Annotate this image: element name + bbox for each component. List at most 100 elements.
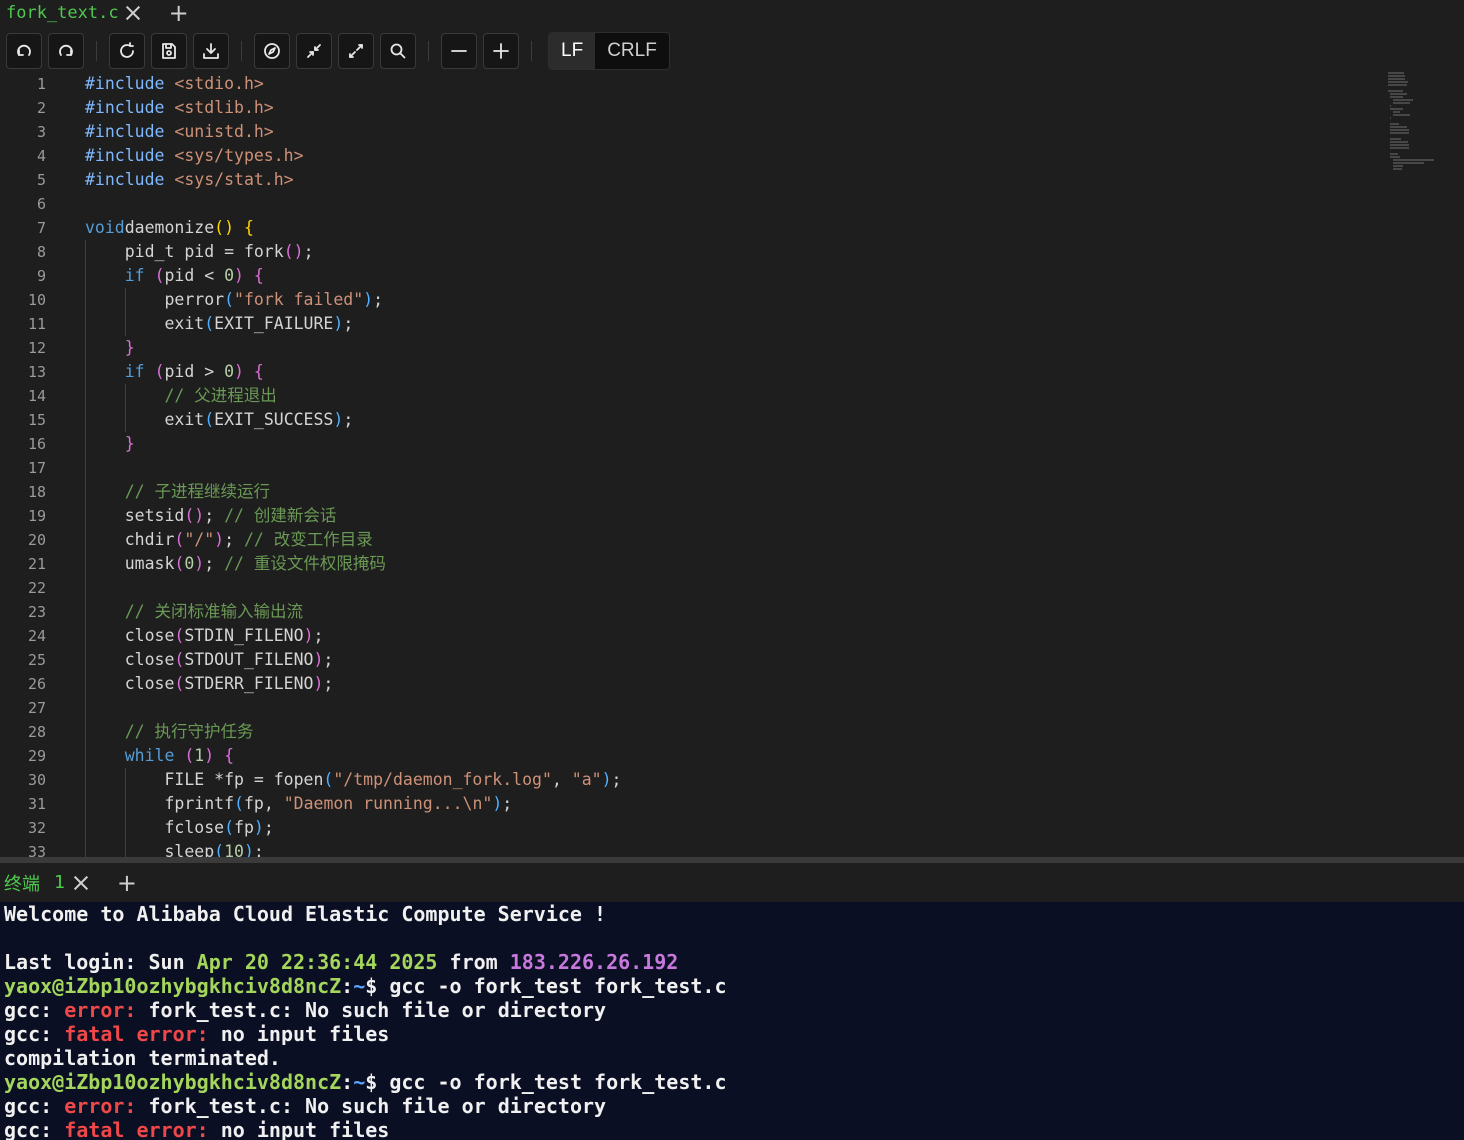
- code-token: ): [253, 818, 264, 837]
- line-number: 32: [27, 819, 46, 837]
- line-number: 18: [27, 483, 46, 501]
- code-token: (: [174, 674, 185, 693]
- zoom-out-button[interactable]: [441, 33, 477, 69]
- terminal-token: gcc:: [4, 1022, 65, 1046]
- undo-icon: [17, 44, 31, 56]
- collapse-button[interactable]: [296, 33, 332, 69]
- line-number: 12: [27, 339, 46, 357]
- terminal-tab-number: 1: [54, 872, 65, 893]
- close-icon[interactable]: [125, 5, 141, 21]
- line-number-gutter: 1 2 3 4 5 6 7 8 9 10 11 12 13 14 15 16 17 18 19 20 21 22 23 24 2…: [0, 72, 60, 857]
- indent-guide: [85, 552, 86, 576]
- code-line: setsid(); // 创建新会话: [85, 504, 1374, 528]
- add-tab-icon[interactable]: +: [169, 1, 189, 25]
- line-number: 2: [36, 99, 46, 117]
- code-token: <stdlib.h>: [174, 98, 274, 117]
- indent-guide: [85, 696, 86, 720]
- code-token: {: [243, 218, 254, 237]
- line-number: 3: [36, 123, 46, 141]
- expand-icon: [349, 44, 363, 58]
- code-token: {: [253, 266, 264, 285]
- code-token: {: [224, 746, 235, 765]
- code-token: #include: [85, 74, 175, 93]
- terminal-line: yaox@iZbp10ozhybgkhciv8d8ncZ:~$ gcc -o f…: [4, 974, 1464, 998]
- line-ending-toggle: LF CRLF: [548, 32, 670, 70]
- code-line: FILE *fp = fopen("/tmp/daemon_fork.log",…: [85, 768, 1374, 792]
- eol-lf-option[interactable]: LF: [549, 33, 596, 69]
- code-token: (: [234, 794, 244, 813]
- indent-guide: [85, 720, 86, 744]
- editor-tab-label[interactable]: fork_text.c: [6, 3, 119, 23]
- code-area[interactable]: #include <stdio.h> #include <stdlib.h> #in…: [85, 72, 1374, 857]
- indent-guide: [85, 600, 86, 624]
- undo-button[interactable]: [6, 33, 42, 69]
- indent-guide: [85, 816, 86, 840]
- indent-guide: [124, 312, 126, 336]
- terminal-line: gcc: fatal error: no input files: [4, 1118, 1464, 1140]
- minimap-row: [1388, 78, 1406, 80]
- code-token: // 重设文件权限掩码: [224, 554, 386, 573]
- indent-guide: [85, 432, 86, 456]
- code-token: ;: [611, 770, 622, 789]
- refresh-button[interactable]: [109, 33, 145, 69]
- terminal-token: no input files: [208, 1022, 390, 1046]
- minimap-row: [1390, 156, 1401, 158]
- terminal-tab[interactable]: 终端 1: [0, 870, 89, 896]
- minimap-row: [1392, 159, 1435, 161]
- zoom-in-button[interactable]: [483, 33, 519, 69]
- code-token: "/tmp/daemon_fork.log": [333, 770, 552, 789]
- line-number: 9: [36, 267, 46, 285]
- code-token: void: [85, 218, 125, 237]
- terminal-tab-label[interactable]: 终端: [4, 870, 40, 896]
- editor-tab-bar: fork_text.c +: [0, 0, 1464, 26]
- download-button[interactable]: [193, 33, 229, 69]
- editor-tab[interactable]: fork_text.c: [0, 0, 145, 26]
- code-token: pid_t pid = fork: [85, 242, 284, 261]
- code-line: }: [85, 336, 1374, 360]
- code-token: close: [85, 626, 175, 645]
- code-line: // 父进程退出: [85, 384, 1374, 408]
- indent-guide: [85, 408, 86, 432]
- line-number: 11: [27, 315, 46, 333]
- code-token: // 创建新会话: [224, 506, 337, 525]
- indent-guide: [85, 384, 86, 408]
- minimap[interactable]: [1388, 72, 1448, 170]
- indent-guide: [124, 768, 126, 792]
- expand-button[interactable]: [338, 33, 374, 69]
- code-token: ;: [204, 554, 225, 573]
- add-terminal-icon[interactable]: +: [117, 869, 137, 897]
- eol-crlf-option[interactable]: CRLF: [595, 33, 669, 69]
- redo-icon: [59, 44, 73, 56]
- code-token: ): [333, 410, 344, 429]
- terminal-token: fork_test.c: No such file or directory: [136, 998, 607, 1022]
- save-button[interactable]: [151, 33, 187, 69]
- close-icon[interactable]: [73, 875, 89, 891]
- code-token: STDOUT_FILENO: [184, 650, 314, 669]
- terminal-token: Last login: Sun: [4, 950, 197, 974]
- code-token: ;: [502, 794, 513, 813]
- line-number: 27: [27, 699, 46, 717]
- terminal-output[interactable]: Welcome to Alibaba Cloud Elastic Compute…: [0, 902, 1464, 1140]
- terminal-token: $ gcc -o fork_test fork_test.c: [365, 974, 727, 998]
- line-number: 10: [27, 291, 46, 309]
- compass-button[interactable]: [254, 33, 290, 69]
- code-editor[interactable]: 1 2 3 4 5 6 7 8 9 10 11 12 13 14 15 16 17 18 19 20 21 22 23 24 2…: [0, 72, 1464, 857]
- terminal-line: gcc: fatal error: no input files: [4, 1022, 1464, 1046]
- search-button[interactable]: [380, 33, 416, 69]
- collapse-icon: [307, 44, 321, 58]
- redo-button[interactable]: [48, 33, 84, 69]
- code-token: {: [253, 362, 264, 381]
- minimap-row: [1388, 81, 1408, 83]
- code-line: [85, 696, 1374, 720]
- toolbar-divider: [241, 41, 242, 61]
- code-token: if: [124, 362, 145, 381]
- code-token: ): [194, 554, 205, 573]
- code-token: fp,: [243, 794, 284, 813]
- code-token: STDIN_FILENO: [184, 626, 304, 645]
